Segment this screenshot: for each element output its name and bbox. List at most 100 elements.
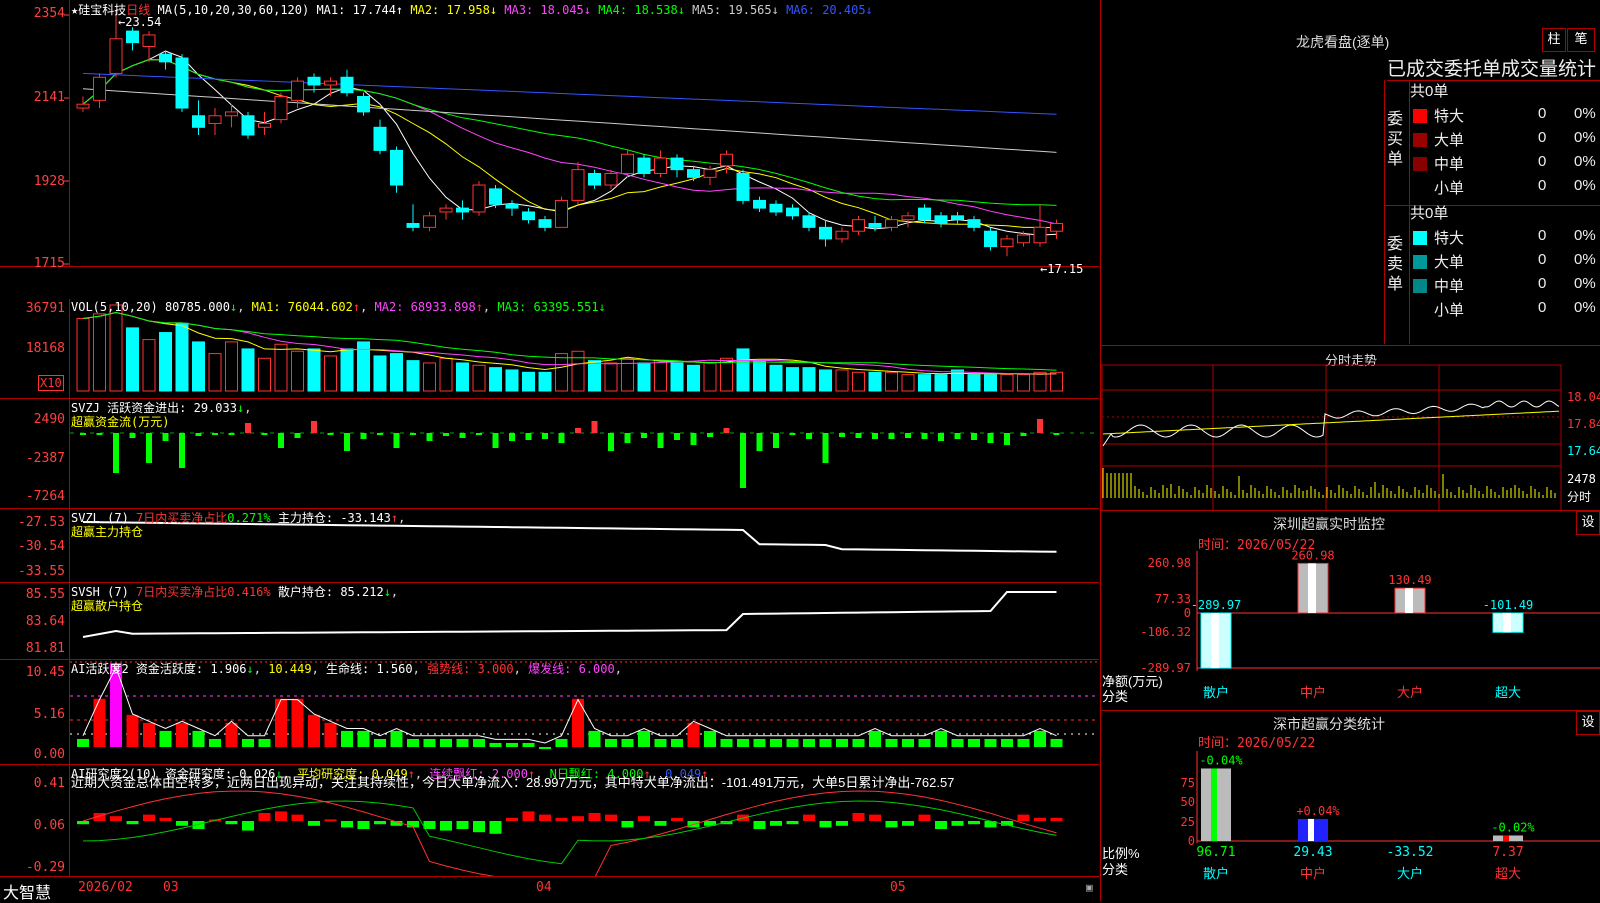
- ai-research-pane[interactable]: 0.41 0.06 -0.29 AI研究度2(10) 资金研究度: 0.026↓…: [0, 764, 1099, 876]
- color-swatch: [1413, 133, 1427, 147]
- activity-bar: [539, 747, 551, 749]
- research-bar: [638, 816, 650, 821]
- volume-bar: [1050, 371, 1063, 392]
- x-axis: 大智慧 2026/02 03 04 05 ▣: [0, 876, 1099, 902]
- svsh-ratio-label: 7日内买卖净占比: [136, 585, 228, 599]
- candle: [109, 38, 123, 74]
- monitor-chart[interactable]: 260.9877.330-106.32-289.97-289.97散户260.9…: [1101, 511, 1600, 711]
- monitor-bar-highlight: [1211, 613, 1219, 669]
- svsh-pane[interactable]: 85.55 83.64 81.81 SVSH (7) 7日内买卖净占比0.416…: [0, 582, 1099, 660]
- intraday-panel[interactable]: 分时走势 18.04 17.84 17.64 2478 分时: [1100, 345, 1600, 511]
- candle: [687, 169, 700, 178]
- volume-bar: [126, 327, 139, 392]
- volume-bar: [406, 360, 420, 392]
- stroke-view-button[interactable]: 笔: [1567, 28, 1595, 52]
- price-pane[interactable]: 2354 2141 1928 1715 ★硅宝科技日线 MA(5,10,20,3…: [0, 0, 1099, 276]
- row-label: 中单: [1434, 156, 1465, 173]
- classify-change-label: -0.04%: [1199, 753, 1243, 767]
- activity-bar: [671, 738, 683, 747]
- lock-icon[interactable]: ▣: [1086, 881, 1093, 894]
- activity-bar: [308, 714, 320, 747]
- svzj-pane[interactable]: 2490 -2387 -7264 SVZJ 活跃资金进出: 29.033↓, 超…: [0, 398, 1099, 509]
- monitor-panel[interactable]: 深圳超赢实时监控 设 时间：2026/05/22 260.98 77.33 0 -10…: [1100, 510, 1600, 711]
- volume-bar: [159, 332, 172, 392]
- activity-bar: [902, 738, 914, 747]
- intraday-y: 17.64: [1567, 444, 1600, 458]
- candle: [588, 172, 601, 186]
- activity-bar: [473, 738, 485, 747]
- volume-bar: [753, 360, 766, 392]
- fund-flow-bar: [459, 433, 466, 438]
- volume-bar: [1000, 374, 1014, 392]
- row-count: 0: [1538, 251, 1547, 268]
- candle: [456, 207, 469, 213]
- ma-values: MA1: 17.744↑ MA2: 17.958↓ MA3: 18.045↓ M…: [316, 3, 872, 17]
- svzl-pane[interactable]: -27.53 -30.54 -33.55 SVZL (7) 7日内买卖净占比0.…: [0, 508, 1099, 583]
- candlestick-chart[interactable]: [0, 0, 1099, 266]
- classify-xlabel: 分类: [1102, 862, 1129, 877]
- row-percent: 0%: [1574, 153, 1596, 170]
- classify-chart[interactable]: 75 50 25 0 -0.04% 96.71 散户 +0.04% 29.43 中户 -33.52 大…: [1101, 711, 1600, 901]
- research-bar: [308, 821, 320, 826]
- candle: [489, 188, 502, 205]
- buy-row-0: 特大 0 0%: [1410, 104, 1600, 128]
- activity-bar: [869, 730, 881, 747]
- candle: [967, 219, 981, 228]
- monitor-value-label: -289.97: [1191, 598, 1242, 612]
- svzl-sub: 超赢主力持仓: [71, 525, 144, 539]
- column-view-button[interactable]: 柱: [1542, 28, 1566, 52]
- row-label: 中单: [1434, 278, 1465, 295]
- activity-bar: [357, 730, 370, 747]
- buy-row-2: 中单 0 0%: [1410, 152, 1600, 176]
- fund-flow-bar: [492, 433, 499, 448]
- fund-flow-bar: [888, 433, 895, 439]
- fund-flow-bar: [113, 433, 119, 473]
- vol-value: 80785.000: [164, 300, 230, 314]
- research-bar: [539, 814, 551, 821]
- fund-flow-bar: [344, 433, 350, 451]
- fund-flow-bar: [80, 433, 86, 435]
- volume-bar: [456, 362, 469, 392]
- volume-bar: [736, 348, 750, 392]
- ai-act-life: 1.560: [376, 662, 413, 676]
- buy-side-label: 委买单: [1387, 111, 1404, 168]
- research-bar: [258, 813, 271, 821]
- fund-flow-bar: [377, 433, 383, 435]
- candle: [76, 103, 90, 109]
- candle: [835, 230, 849, 240]
- activity-bar: [836, 738, 848, 747]
- candle: [274, 96, 288, 121]
- fund-flow-bar: [591, 421, 598, 433]
- classify-y-tick: 75: [1181, 776, 1195, 790]
- activity-bar: [407, 738, 419, 747]
- intraday-chart[interactable]: [1101, 346, 1600, 511]
- fund-flow-bar: [723, 428, 730, 433]
- activity-bar: [1001, 738, 1013, 747]
- svzj-sub: 超赢资金流(万元): [71, 415, 170, 429]
- volume-pane[interactable]: 36791 18168 X10 VOL(5,10,20) 80785.000↓,…: [0, 299, 1099, 399]
- fund-flow-bar: [690, 433, 697, 445]
- vol-header: VOL(5,10,20) 80785.000↓, MA1: 76044.602↑…: [71, 300, 606, 314]
- research-bar: [588, 813, 601, 821]
- fund-flow-bar: [228, 433, 235, 435]
- research-bar: [671, 817, 683, 821]
- candle: [340, 76, 354, 94]
- candle: [769, 203, 783, 213]
- vol-ma2-arrow: ↑: [475, 300, 483, 314]
- color-swatch: [1413, 157, 1427, 171]
- classify-panel[interactable]: 深市超赢分类统计 设 时间：2026/05/22 75 50 25 0 -0.04% 96…: [1100, 710, 1600, 901]
- fund-flow-bar: [294, 433, 301, 438]
- volume-bar: [769, 364, 783, 392]
- sell-row-1: 大单 0 0%: [1410, 250, 1600, 274]
- candle: [538, 219, 552, 228]
- fund-flow-bar: [410, 433, 416, 435]
- monitor-category-label: 散户: [1203, 685, 1229, 700]
- ai-activity-pane[interactable]: 10.45 5.16 0.00 AI活跃度2 资金活跃度: 1.906↓, 10…: [0, 659, 1099, 765]
- research-bar: [852, 813, 865, 821]
- research-bar: [621, 821, 634, 828]
- ma-value-6: MA6: 20.405↓: [778, 3, 873, 17]
- fund-flow-bar: [608, 433, 614, 451]
- candle: [555, 199, 568, 228]
- row-label: 特大: [1434, 230, 1465, 247]
- row-count: 0: [1538, 275, 1547, 292]
